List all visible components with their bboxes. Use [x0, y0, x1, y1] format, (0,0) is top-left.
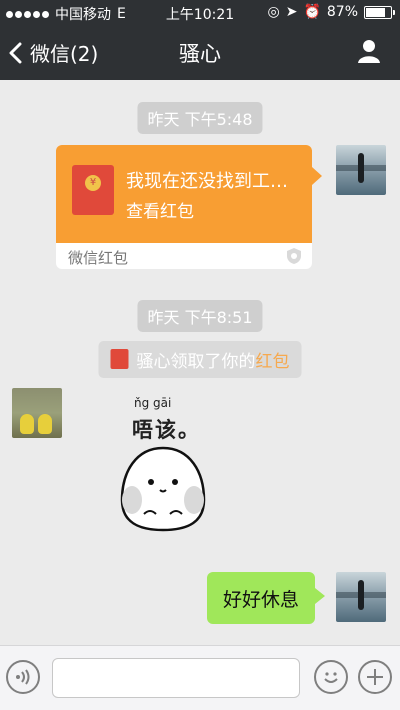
red-packet-message: 我现在还没找到工… [126, 171, 288, 192]
self-avatar[interactable] [336, 145, 386, 195]
notice-text: 骚心领取了你的 [136, 352, 256, 372]
plus-icon [367, 669, 383, 685]
emoji-button[interactable] [314, 660, 348, 694]
plus-button[interactable] [358, 660, 392, 694]
timestamp: 昨天 下午8:51 [137, 300, 263, 332]
input-bar [0, 645, 400, 710]
alarm-icon: ⏰ [303, 4, 321, 20]
rotation-lock-icon: ◎ [267, 4, 280, 20]
voice-icon [16, 669, 30, 685]
nav-bar: 微信(2) 骚心 [0, 24, 400, 80]
notice-link[interactable]: 红包 [256, 352, 290, 372]
sticker[interactable]: ňg gāi 唔该。 [118, 396, 218, 536]
voice-button[interactable] [6, 660, 40, 694]
timestamp: 昨天 下午5:48 [137, 102, 263, 134]
red-packet-received-notice: 骚心领取了你的红包 [98, 341, 302, 378]
message-bubble-outgoing[interactable]: 好好休息 [207, 572, 326, 624]
friend-avatar[interactable] [12, 388, 62, 438]
message-input[interactable] [52, 658, 300, 698]
sticker-pinyin: ňg gāi [134, 396, 172, 410]
red-packet-icon: ¥ [72, 165, 114, 215]
person-icon[interactable] [356, 38, 382, 64]
sticker-text: 唔该。 [132, 418, 201, 442]
battery-percent: 87% [326, 4, 358, 20]
red-packet-icon [110, 349, 129, 369]
location-icon: ➤ [285, 4, 298, 20]
red-packet-bubble[interactable]: ¥ 我现在还没找到工… 查看红包 微信红包 [56, 145, 322, 269]
status-bar: 中国移动 E 上午10:21 ◎ ➤ ⏰ 87% [0, 0, 400, 24]
message-text: 好好休息 [223, 588, 300, 611]
red-packet-action: 查看红包 [126, 202, 194, 222]
sticker-character-icon [120, 446, 206, 532]
self-avatar[interactable] [336, 572, 386, 622]
battery-icon [364, 5, 395, 19]
shield-icon [287, 248, 301, 264]
emoji-icon [324, 672, 338, 683]
red-packet-footer: 微信红包 [68, 249, 129, 267]
chat-title: 骚心 [179, 42, 221, 66]
